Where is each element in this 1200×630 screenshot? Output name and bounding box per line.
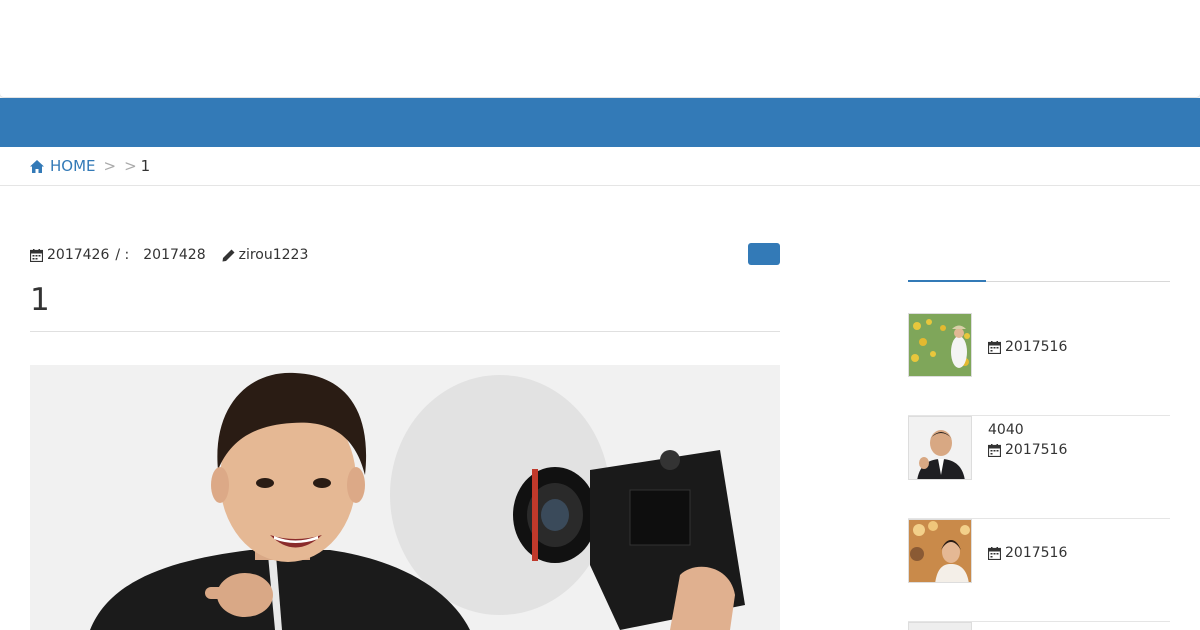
entry-meta: 2017426 / : 2017428 zirou1223 bbox=[30, 244, 780, 266]
sidebar-heading-accent bbox=[908, 280, 986, 282]
post-thumbnail[interactable] bbox=[908, 622, 972, 630]
post-date-text: 2017516 bbox=[1005, 545, 1068, 561]
published-date: 2017426 bbox=[30, 247, 109, 263]
calendar-icon bbox=[988, 340, 1001, 354]
calendar-icon bbox=[988, 443, 1001, 457]
businessman-photo bbox=[909, 417, 971, 479]
post-date: 2017516 bbox=[988, 545, 1067, 561]
post-date: 2017516 bbox=[988, 442, 1067, 458]
post-date-text: 2017516 bbox=[1005, 442, 1068, 458]
home-icon bbox=[30, 159, 44, 173]
post-date: 2017516 bbox=[988, 339, 1067, 355]
sunflower-field-photo bbox=[909, 314, 971, 376]
calendar-icon bbox=[30, 248, 43, 262]
breadcrumb-separator: > bbox=[124, 157, 137, 175]
breadcrumb-home-link[interactable]: HOME bbox=[30, 157, 96, 175]
party-woman-photo bbox=[909, 520, 971, 582]
date-separator: / : bbox=[115, 247, 130, 263]
post-thumbnail[interactable] bbox=[908, 313, 972, 377]
entry-title: 1 bbox=[30, 280, 780, 332]
published-date-text: 2017426 bbox=[47, 247, 110, 263]
hero-image bbox=[30, 365, 780, 630]
breadcrumb-separator: > bbox=[103, 157, 117, 175]
sidebar-post[interactable]: 2017516 bbox=[908, 519, 1170, 622]
post-thumbnail[interactable] bbox=[908, 519, 972, 583]
breadcrumb-home-label: HOME bbox=[50, 157, 96, 175]
calendar-icon bbox=[988, 546, 1001, 560]
sidebar-post[interactable]: 2017516 bbox=[908, 313, 1170, 416]
category-badge[interactable] bbox=[748, 243, 780, 265]
site-header bbox=[0, 0, 1200, 97]
sidebar-post[interactable]: 4040 2017516 bbox=[908, 416, 1170, 519]
author-name: zirou1223 bbox=[238, 247, 309, 263]
breadcrumb: HOME > > 1 bbox=[0, 147, 1200, 186]
author[interactable]: zirou1223 bbox=[222, 247, 309, 263]
post-thumbnail[interactable] bbox=[908, 416, 972, 480]
global-nav-bar bbox=[0, 98, 1200, 147]
photographer-photo bbox=[30, 365, 780, 630]
updated-date: 2017428 bbox=[143, 247, 206, 263]
post-date-text: 2017516 bbox=[1005, 339, 1068, 355]
pencil-icon bbox=[222, 249, 235, 261]
post-title[interactable]: 4040 bbox=[988, 422, 1024, 438]
breadcrumb-current: 1 bbox=[140, 157, 151, 175]
